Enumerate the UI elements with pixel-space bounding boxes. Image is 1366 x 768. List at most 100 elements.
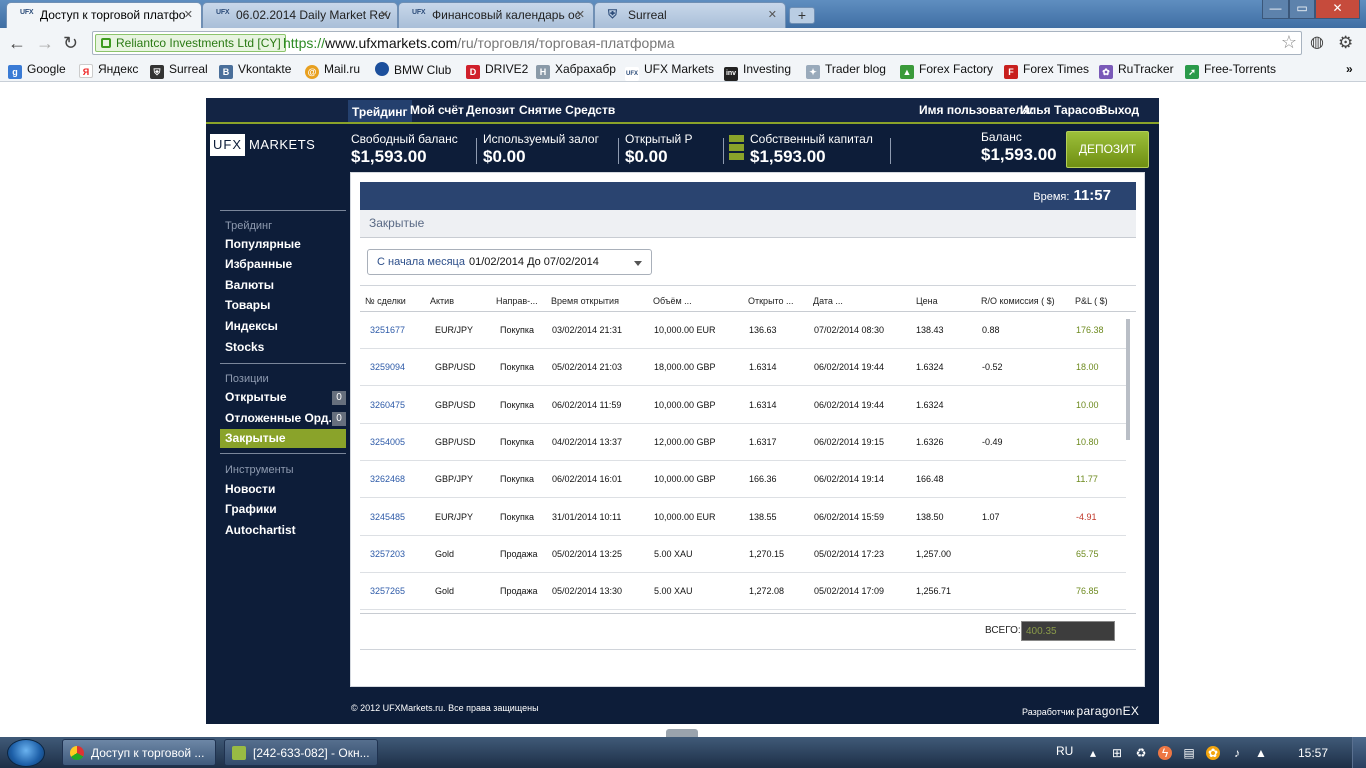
column-header[interactable]: P&L ( $) [1075, 296, 1108, 306]
sidebar-item-commodities[interactable]: Товары [225, 298, 270, 312]
network-icon[interactable]: ⊞ [1110, 746, 1124, 760]
bookmark-drive2[interactable]: D DRIVE2 [466, 62, 528, 79]
sidebar-item-autochartist[interactable]: Autochartist [225, 523, 296, 537]
tab-trading-platform[interactable]: UFX Доступ к торговой платфо ✕ [6, 2, 202, 28]
developer-credit[interactable]: Разработчик paragonEX [1022, 704, 1139, 718]
column-header[interactable]: Направ-... [496, 296, 538, 306]
sidebar-item-news[interactable]: Новости [225, 482, 275, 496]
bookmark-surreal[interactable]: ⛨ Surreal [150, 62, 208, 79]
forward-icon[interactable]: → [36, 33, 54, 53]
bookmark-forex-factory[interactable]: ▲ Forex Factory [900, 62, 993, 79]
close-window-button[interactable]: ✕ [1315, 0, 1360, 19]
table-row[interactable]: 3257203 Gold Продажа 05/02/2014 13:25 5.00 X… [360, 536, 1126, 573]
tab-surreal[interactable]: ⛨ Surreal ✕ [594, 2, 786, 28]
bookmark-trader-blog[interactable]: ✦ Trader blog [806, 62, 886, 79]
sidebar-item-popular[interactable]: Популярные [225, 237, 301, 251]
icq-icon[interactable]: ✿ [1206, 746, 1220, 760]
bookmark-bmw-club[interactable]: BMW Club [375, 62, 451, 77]
table-row[interactable]: 3259094 GBP/USD Покупка 05/02/2014 21:03 18,… [360, 349, 1126, 387]
sidebar-item-charts[interactable]: Графики [225, 502, 277, 516]
sidebar-item-open[interactable]: Открытые [225, 390, 287, 404]
bookmark-rutracker[interactable]: ✿ RuTracker [1099, 62, 1174, 79]
taskbar-item-chrome[interactable]: Доступ к торговой ... [62, 739, 216, 766]
sidebar-item-closed[interactable]: Закрытые [220, 429, 346, 448]
bookmark-habrahabr[interactable]: H Хабрахабр [536, 62, 616, 79]
maximize-button[interactable]: ▭ [1289, 0, 1315, 19]
bookmark-free-torrents[interactable]: ➚ Free-Torrents [1185, 62, 1276, 79]
taskbar-item-teamviewer[interactable]: [242-633-082] - Окн... [224, 739, 378, 766]
minimize-button[interactable]: — [1262, 0, 1289, 19]
column-header[interactable]: Открыто ... [748, 296, 794, 306]
resize-grip[interactable] [666, 729, 698, 737]
recycle-icon[interactable]: ♻ [1134, 746, 1148, 760]
date-range-select[interactable]: С начала месяца 01/02/2014 До 07/02/2014 [367, 249, 652, 275]
scrollbar[interactable] [1126, 319, 1130, 440]
device-icon[interactable]: ▤ [1182, 746, 1196, 760]
column-header[interactable]: Актив [430, 296, 454, 306]
language-indicator[interactable]: RU [1056, 744, 1073, 758]
trade-id-cell[interactable]: 3257203 [370, 549, 405, 559]
deposit-button[interactable]: ДЕПОЗИТ [1066, 131, 1149, 168]
table-row[interactable]: 3251677 EUR/JPY Покупка 03/02/2014 21:31 10,… [360, 312, 1126, 349]
trade-id-cell[interactable]: 3260475 [370, 400, 405, 410]
sidebar-item-currencies[interactable]: Валюты [225, 278, 274, 292]
trade-id-cell[interactable]: 3257265 [370, 586, 405, 596]
chevron-up-icon[interactable]: ▴ [1086, 746, 1100, 760]
bookmark-google[interactable]: g Google [8, 62, 66, 79]
nav-withdraw[interactable]: Снятие Средств [519, 103, 615, 117]
trade-id-cell[interactable]: 3259094 [370, 362, 405, 372]
bookmark-forex-times[interactable]: F Forex Times [1004, 62, 1089, 79]
bookmark-vkontakte[interactable]: B Vkontakte [219, 62, 291, 79]
trade-id-cell[interactable]: 3262468 [370, 474, 405, 484]
address-bar[interactable]: Reliantco Investments Ltd [CY] https://w… [92, 31, 1302, 55]
nav-my-account[interactable]: Мой счёт [410, 103, 464, 117]
start-button[interactable] [7, 739, 45, 767]
system-clock[interactable]: 15:57 [1298, 746, 1328, 760]
logout-link[interactable]: Выход [1099, 103, 1139, 117]
nav-trading[interactable]: Трейдинг [348, 100, 412, 122]
table-row[interactable]: 3262468 GBP/JPY Покупка 06/02/2014 16:01 10,… [360, 461, 1126, 499]
bookmark-investing[interactable]: inv Investing [724, 62, 791, 81]
bookmark-yandex[interactable]: Я Яндекс [79, 62, 138, 78]
ev-certificate-badge[interactable]: Reliantco Investments Ltd [CY] [95, 34, 286, 52]
bookmark-ufx-markets[interactable]: UFX UFX Markets [625, 62, 714, 81]
column-header[interactable]: № сделки [365, 296, 406, 306]
column-header[interactable]: Объём ... [653, 296, 692, 306]
close-icon[interactable]: ✕ [184, 8, 193, 21]
column-header[interactable]: Цена [916, 296, 938, 306]
column-header[interactable]: Время открытия [551, 296, 619, 306]
flash-icon[interactable]: ϟ [1158, 746, 1172, 760]
sidebar-item-stocks[interactable]: Stocks [225, 340, 264, 354]
volume-icon[interactable]: ♪ [1230, 746, 1244, 760]
bookmarks-overflow-button[interactable]: » [1346, 62, 1353, 76]
trade-id-cell[interactable]: 3254005 [370, 437, 405, 447]
close-icon[interactable]: ✕ [768, 8, 777, 21]
back-icon[interactable]: ← [8, 33, 26, 53]
wifi-icon[interactable]: ▲ [1254, 746, 1268, 760]
bookmark-mailru[interactable]: @ Mail.ru [305, 62, 360, 79]
shield-icon: ⛨ [608, 7, 617, 21]
show-desktop-button[interactable] [1352, 737, 1366, 768]
column-header[interactable]: R/O комиссия ( $) [981, 296, 1055, 306]
trade-id-cell[interactable]: 3245485 [370, 512, 405, 522]
wrench-icon[interactable]: ⚙ [1338, 33, 1353, 53]
column-header[interactable]: Дата ... [813, 296, 843, 306]
reload-icon[interactable]: ↻ [63, 33, 78, 53]
url-text[interactable]: https://www.ufxmarkets.com/ru/торговля/т… [283, 35, 675, 51]
sidebar-item-favorites[interactable]: Избранные [225, 257, 292, 271]
sidebar-item-indices[interactable]: Индексы [225, 319, 278, 333]
close-icon[interactable]: ✕ [576, 8, 585, 21]
sidebar-item-pending[interactable]: Отложенные Орд... [225, 411, 338, 425]
bookmark-star-icon[interactable]: ☆ [1281, 32, 1297, 53]
tab-daily-market-review[interactable]: UFX 06.02.2014 Daily Market Rev ✕ [202, 2, 398, 28]
trade-id-cell[interactable]: 3251677 [370, 325, 405, 335]
table-row[interactable]: 3245485 EUR/JPY Покупка 31/01/2014 10:11 10,… [360, 499, 1126, 536]
table-row[interactable]: 3257265 Gold Продажа 05/02/2014 13:30 5.00 X… [360, 573, 1126, 611]
table-row[interactable]: 3260475 GBP/USD Покупка 06/02/2014 11:59 10,… [360, 387, 1126, 424]
extension-icon[interactable]: ◍ [1310, 33, 1324, 53]
nav-deposit[interactable]: Депозит [466, 103, 515, 117]
close-icon[interactable]: ✕ [380, 8, 389, 21]
new-tab-button[interactable]: + [789, 7, 815, 24]
tab-financial-calendar[interactable]: UFX Финансовый календарь ос ✕ [398, 2, 594, 28]
table-row[interactable]: 3254005 GBP/USD Покупка 04/02/2014 13:37 12,… [360, 424, 1126, 461]
